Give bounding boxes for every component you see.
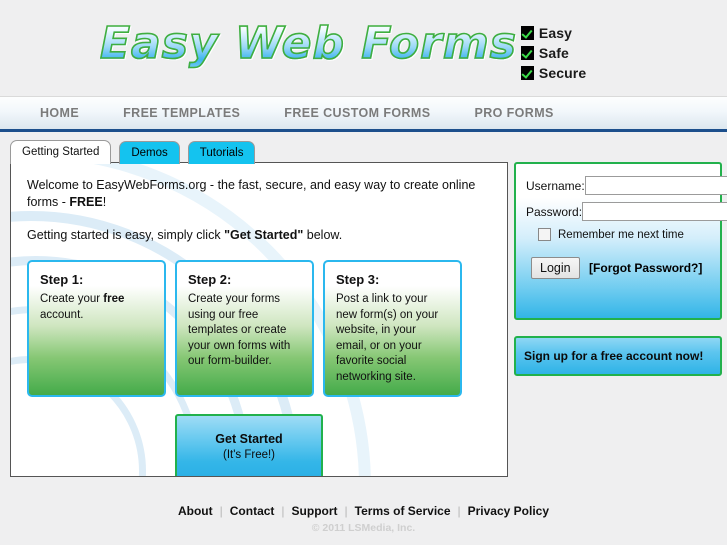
nav-item-free-templates[interactable]: FREE TEMPLATES (101, 97, 262, 130)
get-started-sublabel: (It's Free!) (222, 448, 276, 461)
nav-link-free-custom-forms[interactable]: FREE CUSTOM FORMS (262, 97, 452, 130)
password-label: Password: (526, 204, 583, 219)
step-body-post: account. (40, 308, 84, 321)
welcome-text: Welcome to EasyWebForms.org - the fast, … (27, 177, 491, 211)
instruction-text: Getting started is easy, simply click "G… (27, 227, 491, 244)
remember-me-checkbox[interactable] (538, 228, 551, 241)
step-body-pre: Create your (40, 293, 104, 305)
welcome-text-strong: FREE (69, 195, 103, 209)
login-button[interactable]: Login (531, 257, 580, 279)
tab-demos[interactable]: Demos (119, 141, 180, 164)
username-row: Username: (526, 176, 727, 195)
step-body: Create your forms using our free templat… (188, 293, 291, 367)
nav-link-pro-forms[interactable]: PRO FORMS (452, 97, 575, 130)
check-icon (520, 66, 534, 80)
step-card-1: Step 1: Create your free account. (27, 260, 166, 397)
username-label: Username: (526, 178, 585, 193)
remember-me-label: Remember me next time (558, 228, 684, 241)
steps-container: Step 1: Create your free account. Step 2… (27, 260, 491, 397)
step-body-strong: free (103, 293, 125, 305)
step-title: Step 3: (336, 272, 380, 287)
step-body: Post a link to your new form(s) on your … (336, 293, 439, 383)
tab-tutorials[interactable]: Tutorials (187, 141, 256, 164)
password-input[interactable] (582, 202, 727, 221)
footer-link-contact[interactable]: Contact (223, 504, 282, 518)
footer-link-about[interactable]: About (171, 504, 220, 518)
username-input[interactable] (584, 176, 727, 195)
nav-item-pro-forms[interactable]: PRO FORMS (452, 97, 575, 130)
badge-list: Easy Safe Secure (520, 24, 587, 82)
welcome-text-post: ! (102, 195, 107, 209)
tab-getting-started[interactable]: Getting Started (10, 140, 112, 164)
badge-item: Safe (520, 44, 586, 62)
nav-item-free-custom-forms[interactable]: FREE CUSTOM FORMS (262, 97, 452, 130)
footer-link-terms-of-service[interactable]: Terms of Service (348, 504, 458, 518)
footer-link-list: About | Contact | Support | Terms of Ser… (0, 504, 727, 518)
check-icon (520, 46, 534, 60)
footer-link-support[interactable]: Support (285, 504, 345, 518)
step-title: Step 2: (188, 272, 232, 287)
badge-item: Easy (520, 24, 586, 42)
get-started-button[interactable]: Get Started (It's Free!) (175, 414, 323, 476)
step-card-3: Step 3: Post a link to your new form(s) … (323, 260, 462, 397)
footer-link-privacy-policy[interactable]: Privacy Policy (461, 504, 556, 518)
instruction-text-pre: Getting started is easy, simply click (27, 228, 225, 242)
step-title: Step 1: (40, 272, 84, 287)
nav-link-home[interactable]: HOME (18, 97, 101, 130)
tab-bar: Getting Started Demos Tutorials (10, 140, 256, 164)
instruction-text-strong: "Get Started" (224, 228, 304, 242)
password-row: Password: (526, 202, 727, 221)
signup-banner[interactable]: Sign up for a free account now! (514, 336, 722, 376)
remember-me-row[interactable]: Remember me next time (538, 228, 710, 241)
instruction-text-post: below. (303, 228, 343, 242)
signup-banner-label: Sign up for a free account now! (524, 349, 704, 363)
site-header: Easy Web Forms Easy Safe Secure (0, 0, 727, 96)
check-icon (520, 26, 534, 40)
badge-label: Safe (538, 45, 569, 61)
main-navigation: HOME FREE TEMPLATES FREE CUSTOM FORMS PR… (0, 96, 727, 132)
content-inner: Welcome to EasyWebForms.org - the fast, … (11, 163, 507, 476)
get-started-label: Get Started (215, 431, 283, 446)
badge-label: Secure (538, 65, 587, 81)
step-body: Create your free account. (40, 292, 153, 323)
login-panel: Username: Password: Remember me next tim… (514, 162, 727, 320)
content-panel: Welcome to EasyWebForms.org - the fast, … (10, 162, 508, 477)
site-footer: About | Contact | Support | Terms of Ser… (0, 496, 727, 545)
badge-label: Easy (538, 25, 573, 41)
page-root: Easy Web Forms Easy Safe Secure HOME FRE… (0, 0, 727, 545)
step-card-2: Step 2: Create your forms using our free… (175, 260, 314, 397)
copyright-text: © 2011 LSMedia, Inc. (311, 522, 416, 534)
nav-item-home[interactable]: HOME (18, 97, 101, 130)
logo-text: Easy Web Forms (99, 17, 517, 70)
logo[interactable]: Easy Web Forms Easy Safe Secure (99, 17, 587, 82)
badge-item: Secure (520, 64, 587, 82)
nav-link-free-templates[interactable]: FREE TEMPLATES (101, 97, 262, 130)
forgot-password-link[interactable]: [Forgot Password?] (589, 261, 702, 275)
nav-list: HOME FREE TEMPLATES FREE CUSTOM FORMS PR… (0, 97, 727, 130)
